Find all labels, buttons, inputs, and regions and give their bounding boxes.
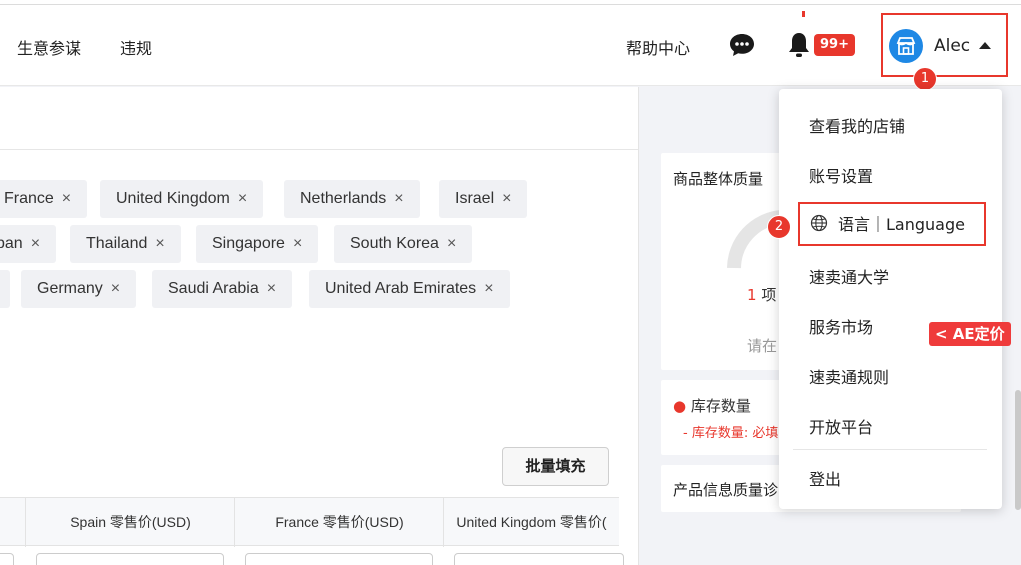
remove-tag-icon[interactable]: × bbox=[238, 190, 247, 207]
top-navigation-bar bbox=[0, 0, 1021, 86]
caret-up-icon[interactable] bbox=[979, 42, 991, 49]
user-dropdown-menu: 查看我的店铺 账号设置 速卖通大学 服务市场 速卖通规则 开放平台 登出 bbox=[779, 89, 1002, 509]
uk-price-input[interactable] bbox=[454, 553, 624, 565]
country-tag-netherlands: Netherlands × bbox=[284, 180, 420, 218]
tag-label: Germany bbox=[37, 280, 103, 297]
header-spain-price: Spain 零售价(USD) bbox=[25, 498, 235, 547]
tag-label: France bbox=[4, 190, 54, 207]
remove-tag-icon[interactable]: × bbox=[111, 280, 120, 297]
store-avatar[interactable] bbox=[889, 29, 923, 63]
top-line bbox=[0, 4, 1021, 5]
help-center-link[interactable]: 帮助中心 bbox=[626, 35, 690, 59]
remove-tag-icon[interactable]: × bbox=[62, 190, 71, 207]
tag-label: Thailand bbox=[86, 235, 148, 252]
globe-icon bbox=[810, 214, 828, 232]
country-tag-united-kingdom: United Kingdom × bbox=[100, 180, 264, 218]
red-dot-icon: ● bbox=[673, 397, 687, 415]
stock-title-text: 库存数量 bbox=[690, 397, 751, 415]
price-input-partial[interactable] bbox=[0, 553, 14, 565]
header-france-price: France 零售价(USD) bbox=[234, 498, 444, 547]
stock-required-note: - 库存数量: 必填 bbox=[683, 426, 779, 441]
country-tag-israel: Israel × bbox=[439, 180, 528, 218]
stock-title: ● 库存数量 bbox=[673, 395, 751, 416]
tag-label: pan bbox=[0, 235, 23, 252]
store-icon bbox=[896, 37, 916, 55]
page-scrollbar[interactable] bbox=[1015, 390, 1021, 510]
remove-tag-icon[interactable]: × bbox=[293, 235, 302, 252]
chat-icon[interactable] bbox=[729, 33, 755, 57]
bell-icon[interactable] bbox=[787, 31, 811, 59]
menu-item-open-platform[interactable]: 开放平台 bbox=[809, 414, 873, 438]
batch-fill-button[interactable]: 批量填充 bbox=[502, 447, 609, 486]
section-divider bbox=[0, 149, 638, 150]
tag-label: United Kingdom bbox=[116, 190, 230, 207]
quality-hint-text: 请在 bbox=[747, 337, 778, 355]
nav-violations[interactable]: 违规 bbox=[120, 35, 152, 59]
country-tag-thailand: Thailand × bbox=[70, 225, 181, 263]
issue-count-unit: 项 bbox=[761, 286, 777, 304]
remove-tag-icon[interactable]: × bbox=[155, 235, 164, 252]
menu-item-aliexpress-rules[interactable]: 速卖通规则 bbox=[809, 364, 889, 388]
tag-label: Singapore bbox=[212, 235, 285, 252]
nav-business-advisor[interactable]: 生意参谋 bbox=[17, 35, 81, 59]
indicator-tick bbox=[802, 11, 805, 17]
main-content-panel bbox=[0, 87, 638, 565]
country-tag-partial bbox=[0, 270, 10, 308]
country-tag-japan: pan × bbox=[0, 225, 57, 263]
ae-pricing-tab[interactable]: < AE定价 bbox=[929, 322, 1011, 346]
step-marker-1: 1 bbox=[913, 67, 937, 91]
remove-tag-icon[interactable]: × bbox=[484, 280, 493, 297]
tag-label: Israel bbox=[455, 190, 495, 207]
country-tag-united-arab-emirates: United Arab Emirates × bbox=[309, 270, 510, 308]
remove-tag-icon[interactable]: × bbox=[267, 280, 276, 297]
tag-label: Netherlands bbox=[300, 190, 387, 207]
menu-item-account-settings[interactable]: 账号设置 bbox=[809, 163, 873, 187]
menu-item-language[interactable]: 语言｜Language bbox=[838, 211, 965, 235]
country-tag-germany: Germany × bbox=[21, 270, 137, 308]
product-quality-title: 商品整体质量 bbox=[673, 170, 764, 188]
country-tag-france: France × bbox=[0, 180, 88, 218]
menu-item-service-market[interactable]: 服务市场 bbox=[809, 314, 873, 338]
issue-count-number: 1 bbox=[747, 286, 757, 304]
price-table-header: Spain 零售价(USD) France 零售价(USD) United Ki… bbox=[0, 497, 619, 547]
menu-item-view-store[interactable]: 查看我的店铺 bbox=[809, 113, 905, 137]
menu-item-aliexpress-university[interactable]: 速卖通大学 bbox=[809, 264, 889, 288]
tag-label: United Arab Emirates bbox=[325, 280, 477, 297]
remove-tag-icon[interactable]: × bbox=[31, 235, 40, 252]
remove-tag-icon[interactable]: × bbox=[447, 235, 456, 252]
step-marker-2: 2 bbox=[767, 215, 791, 239]
header-uk-price: United Kingdom 零售价( bbox=[443, 498, 619, 547]
product-info-title: 产品信息质量诊 bbox=[673, 481, 779, 499]
france-price-input[interactable] bbox=[245, 553, 433, 565]
remove-tag-icon[interactable]: × bbox=[394, 190, 403, 207]
country-tag-singapore: Singapore × bbox=[196, 225, 319, 263]
spain-price-input[interactable] bbox=[36, 553, 224, 565]
country-tag-saudi-arabia: Saudi Arabia × bbox=[152, 270, 293, 308]
tag-label: Saudi Arabia bbox=[168, 280, 259, 297]
user-name[interactable]: Alec bbox=[934, 36, 970, 56]
tag-label: South Korea bbox=[350, 235, 439, 252]
panel-edge bbox=[638, 87, 639, 565]
remove-tag-icon[interactable]: × bbox=[502, 190, 511, 207]
country-tag-south-korea: South Korea × bbox=[334, 225, 473, 263]
menu-item-logout[interactable]: 登出 bbox=[809, 466, 841, 490]
notification-count-badge: 99+ bbox=[814, 34, 855, 56]
quality-issue-count: 1 项 bbox=[747, 284, 776, 305]
menu-divider bbox=[793, 449, 987, 450]
